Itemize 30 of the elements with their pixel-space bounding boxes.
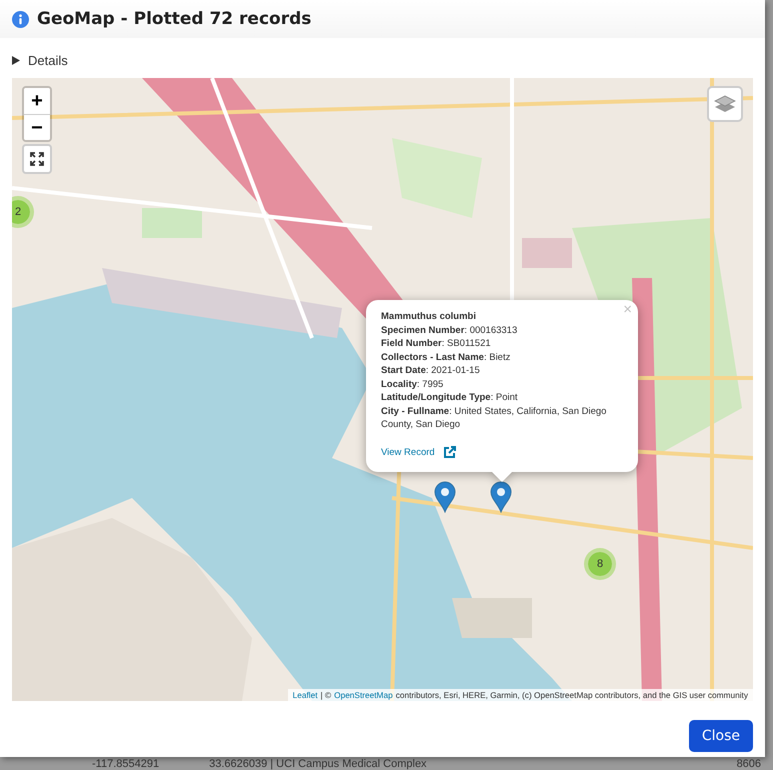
map-pin-icon[interactable] [434,481,456,513]
popup-field: Specimen Number: 000163313 [381,324,622,337]
popup-field: Latitude/Longitude Type: Point [381,391,622,404]
close-button[interactable]: Close [688,720,753,752]
zoom-in-button[interactable]: + [24,88,50,114]
table-cell: 33.6626039 | UCI Campus Medical Complex [209,758,427,770]
layers-button[interactable] [707,86,743,122]
fullscreen-button[interactable] [22,144,52,174]
external-link-icon [442,446,456,458]
leaflet-link[interactable]: Leaflet [292,690,318,700]
map-pin-icon[interactable] [490,481,512,513]
layers-icon [714,94,736,114]
attribution-text: | © [320,690,332,700]
expand-icon [30,152,44,166]
table-cell: 8606 [736,758,762,770]
caret-icon [12,56,20,64]
popup-field: Field Number: SB011521 [381,337,622,350]
popup-field: Start Date: 2021-01-15 [381,364,622,378]
popup-field: Collectors - Last Name: Bietz [381,350,622,364]
attribution-text: contributors, Esri, HERE, Garmin, (c) OpenStreetMap contributors, and the GIS user community [396,690,748,700]
info-icon [12,10,29,28]
table-cell: -117.8554291 [92,758,160,770]
view-record-link[interactable]: View Record [381,446,456,458]
popup-title: Mammuthus columbi [381,310,478,324]
openstreetmap-link[interactable]: OpenStreetMap [334,690,393,700]
popup-field: City - Fullname: United States, California, San Diego County, San Diego [381,404,622,432]
popup-field: Locality: 7995 [381,378,622,391]
zoom-out-button[interactable]: − [24,114,50,140]
details-toggle[interactable]: Details [12,52,68,68]
dialog-title: GeoMap - Plotted 72 records [37,9,312,29]
